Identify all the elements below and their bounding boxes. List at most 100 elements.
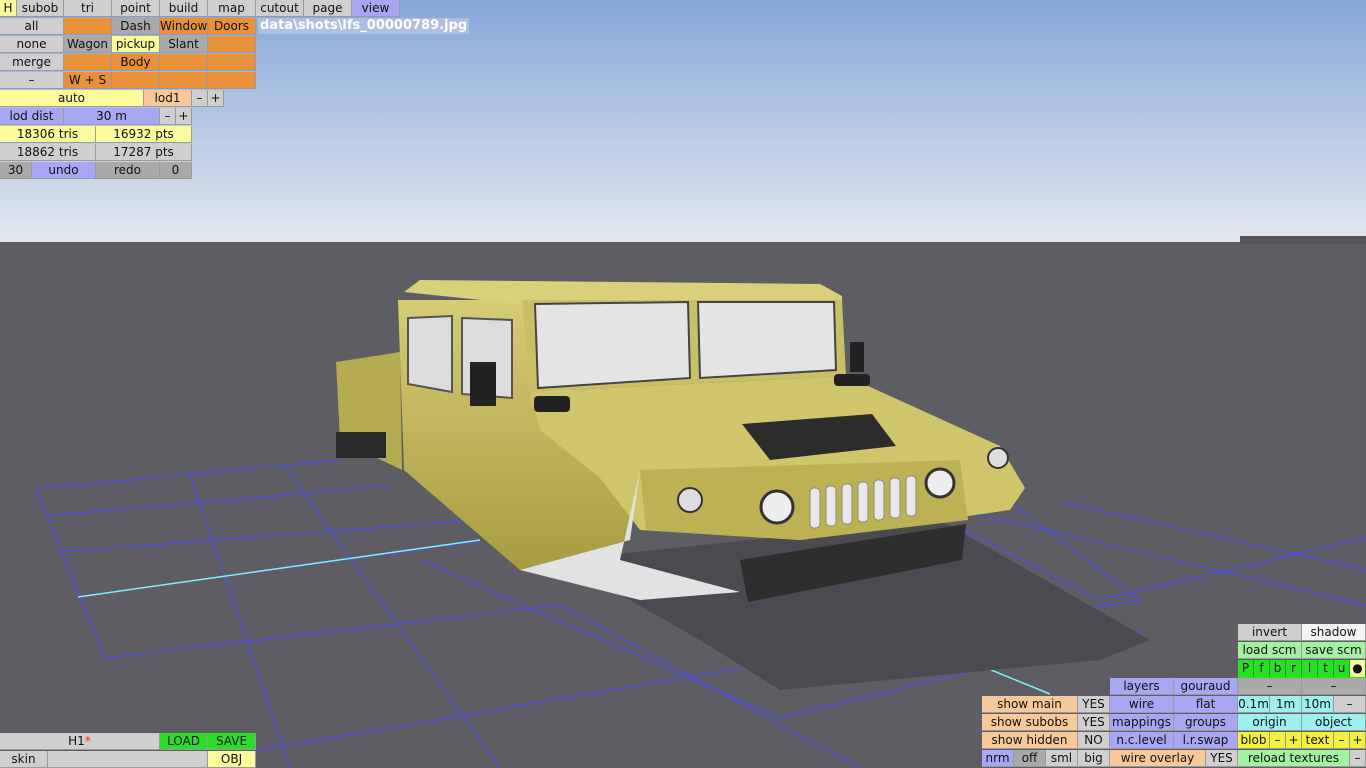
- subobject-slot[interactable]: [64, 18, 112, 35]
- big-button[interactable]: big: [1078, 750, 1110, 767]
- subobject-slot[interactable]: [64, 54, 112, 71]
- subobject-minus-button[interactable]: –: [0, 72, 64, 89]
- view-p-button[interactable]: P: [1238, 660, 1254, 677]
- dash-button-1[interactable]: –: [1238, 678, 1302, 695]
- undo-button[interactable]: undo: [32, 162, 96, 179]
- menu-page-button[interactable]: page: [304, 0, 352, 17]
- lod-minus-button[interactable]: –: [192, 90, 208, 107]
- menu-h-button[interactable]: H: [0, 0, 17, 17]
- menu-tri-button[interactable]: tri: [64, 0, 112, 17]
- grid-1m-button[interactable]: 1m: [1270, 696, 1302, 713]
- subobject-slot[interactable]: [208, 54, 256, 71]
- obj-button[interactable]: OBJ: [208, 751, 256, 768]
- select-none-button[interactable]: none: [0, 36, 64, 53]
- origin-button[interactable]: origin: [1238, 714, 1302, 731]
- object-button[interactable]: object: [1302, 714, 1366, 731]
- wire-overlay-toggle[interactable]: YES: [1206, 750, 1238, 767]
- groups-button[interactable]: groups: [1174, 714, 1238, 731]
- sml-button[interactable]: sml: [1046, 750, 1078, 767]
- lod-dist-label: lod dist: [0, 108, 64, 125]
- lr-swap-button[interactable]: l.r.swap: [1174, 732, 1238, 749]
- blob-minus-button[interactable]: –: [1270, 732, 1286, 749]
- lod-plus-button[interactable]: +: [208, 90, 224, 107]
- blob-label[interactable]: blob: [1238, 732, 1270, 749]
- nc-level-button[interactable]: n.c.level: [1110, 732, 1174, 749]
- view-t-button[interactable]: t: [1318, 660, 1334, 677]
- reload-minus-button[interactable]: –: [1350, 750, 1366, 767]
- select-all-button[interactable]: all: [0, 18, 64, 35]
- off-button[interactable]: off: [1014, 750, 1046, 767]
- redo-button[interactable]: redo: [96, 162, 160, 179]
- subobject-slot[interactable]: [160, 72, 208, 89]
- nrm-button[interactable]: nrm: [982, 750, 1014, 767]
- reload-textures-button[interactable]: reload textures: [1238, 750, 1350, 767]
- save-scm-button[interactable]: save scm: [1302, 642, 1366, 659]
- menu-point-button[interactable]: point: [112, 0, 160, 17]
- dash-button-2[interactable]: –: [1302, 678, 1366, 695]
- 3d-viewport[interactable]: [0, 0, 1366, 768]
- points-count: 16932 pts: [96, 126, 192, 143]
- layers-button[interactable]: layers: [1110, 678, 1174, 695]
- redo-count: 0: [160, 162, 192, 179]
- subobject-slant-button[interactable]: Slant: [160, 36, 208, 53]
- blob-plus-button[interactable]: +: [1286, 732, 1302, 749]
- subobject-slot[interactable]: [112, 72, 160, 89]
- lod-auto-button[interactable]: auto: [0, 90, 144, 107]
- view-b-button[interactable]: b: [1270, 660, 1286, 677]
- shadow-button[interactable]: shadow: [1302, 624, 1366, 641]
- menu-subob-button[interactable]: subob: [17, 0, 64, 17]
- subobject-doors-button[interactable]: Doors: [208, 18, 256, 35]
- skin-input[interactable]: [48, 751, 208, 768]
- subobject-slot[interactable]: [160, 54, 208, 71]
- flat-button[interactable]: flat: [1174, 696, 1238, 713]
- menu-cutout-button[interactable]: cutout: [256, 0, 304, 17]
- show-hidden-label[interactable]: show hidden: [982, 732, 1078, 749]
- view-u-button[interactable]: u: [1334, 660, 1350, 677]
- mappings-button[interactable]: mappings: [1110, 714, 1174, 731]
- merge-button[interactable]: merge: [0, 54, 64, 71]
- wire-button[interactable]: wire: [1110, 696, 1174, 713]
- model-name-text: H1: [68, 734, 85, 748]
- subobject-slot[interactable]: [208, 36, 256, 53]
- menu-view-button[interactable]: view: [352, 0, 400, 17]
- show-hidden-toggle[interactable]: NO: [1078, 732, 1110, 749]
- subobject-windows-button[interactable]: Windows: [160, 18, 208, 35]
- file-path-label: data\shots\lfs_00000789.jpg: [258, 18, 470, 34]
- subobject-ws-button[interactable]: W + S: [64, 72, 112, 89]
- show-subobs-toggle[interactable]: YES: [1078, 714, 1110, 731]
- show-main-toggle[interactable]: YES: [1078, 696, 1110, 713]
- view-l-button[interactable]: l: [1302, 660, 1318, 677]
- lod-dist-plus-button[interactable]: +: [176, 108, 192, 125]
- lod-level-button[interactable]: lod1: [144, 90, 192, 107]
- show-subobs-label[interactable]: show subobs: [982, 714, 1078, 731]
- tris-count: 18306 tris: [0, 126, 96, 143]
- subobject-slot[interactable]: [208, 72, 256, 89]
- total-points-count: 17287 pts: [96, 144, 192, 161]
- text-minus-button[interactable]: –: [1334, 732, 1350, 749]
- load-button[interactable]: LOAD: [160, 733, 208, 750]
- subobject-body-button[interactable]: Body: [112, 54, 160, 71]
- grid-minus-button[interactable]: –: [1334, 696, 1366, 713]
- load-scm-button[interactable]: load scm: [1238, 642, 1302, 659]
- save-button[interactable]: SAVE: [208, 733, 256, 750]
- invert-button[interactable]: invert: [1238, 624, 1302, 641]
- menu-build-button[interactable]: build: [160, 0, 208, 17]
- view-f-button[interactable]: f: [1254, 660, 1270, 677]
- show-main-label[interactable]: show main: [982, 696, 1078, 713]
- text-plus-button[interactable]: +: [1350, 732, 1366, 749]
- text-label[interactable]: text: [1302, 732, 1334, 749]
- lod-dist-minus-button[interactable]: –: [160, 108, 176, 125]
- grid-10m-button[interactable]: 10m: [1302, 696, 1334, 713]
- wire-overlay-label[interactable]: wire overlay: [1110, 750, 1206, 767]
- subobject-wagon-button[interactable]: Wagon: [64, 36, 112, 53]
- view-direction-buttons: Pf b r l t u ●: [1238, 660, 1366, 678]
- subobject-pickup-button[interactable]: pickup: [112, 36, 160, 53]
- gouraud-button[interactable]: gouraud: [1174, 678, 1238, 695]
- model-name[interactable]: H1*: [0, 733, 160, 750]
- menu-map-button[interactable]: map: [208, 0, 256, 17]
- view-r-button[interactable]: r: [1286, 660, 1302, 677]
- view-dot-button[interactable]: ●: [1350, 660, 1366, 677]
- grid-0-1m-button[interactable]: 0.1m: [1238, 696, 1270, 713]
- lod-dist-value[interactable]: 30 m: [64, 108, 160, 125]
- subobject-dash-button[interactable]: Dash: [112, 18, 160, 35]
